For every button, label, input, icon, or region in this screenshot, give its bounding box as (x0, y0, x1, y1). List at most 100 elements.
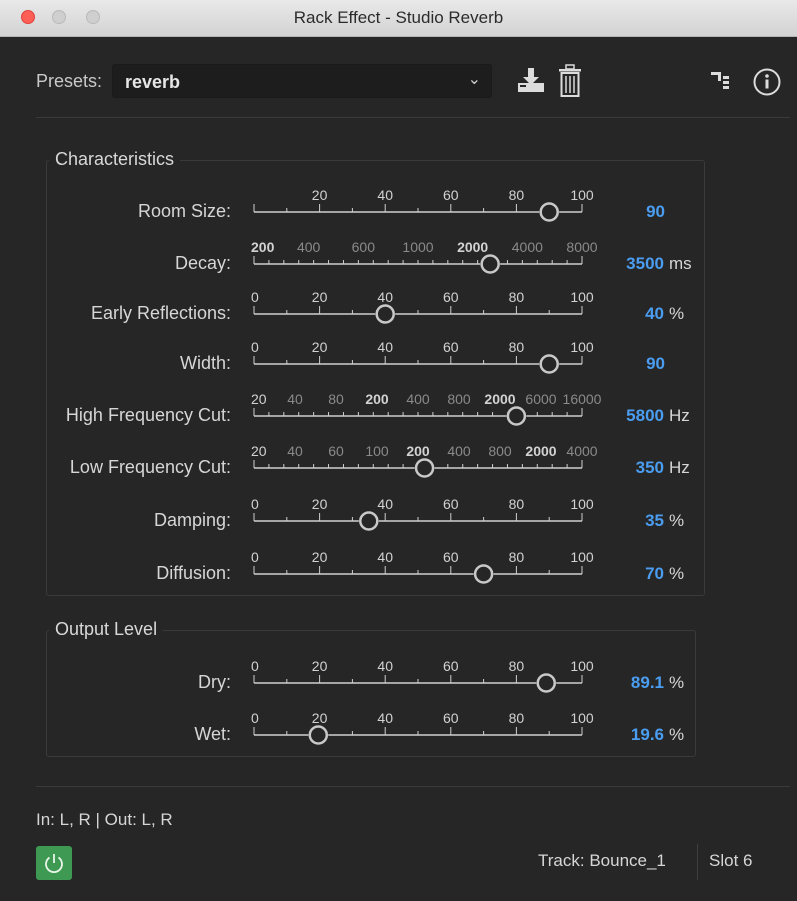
param-value[interactable]: 40 (645, 304, 664, 324)
slider[interactable]: 0 20 40 60 80 100 (234, 649, 604, 699)
param-unit: Hz (669, 406, 690, 425)
tick-label: 80 (509, 549, 525, 565)
slider[interactable]: 0 20 40 60 80 100 (234, 487, 604, 537)
title-bar[interactable]: Rack Effect - Studio Reverb (0, 0, 797, 37)
channel-routing-icon[interactable] (710, 70, 736, 92)
tick-label: 40 (287, 391, 303, 407)
tick-label: 80 (509, 496, 525, 512)
param-label: Diffusion: (156, 563, 231, 583)
presets-dropdown[interactable]: reverb ⌄ (112, 64, 492, 98)
tick-label: 40 (377, 549, 393, 565)
tick-label: 20 (251, 443, 267, 459)
trash-icon[interactable] (557, 64, 583, 98)
tick-label: 200 (251, 239, 275, 255)
slider-knob-bg (308, 725, 329, 745)
param-unit: % (669, 511, 685, 530)
preset-value: reverb (125, 72, 181, 92)
output-level-title: Output Level (49, 619, 164, 640)
param-value[interactable]: 5800 (626, 406, 664, 426)
tick-label: 0 (251, 339, 259, 355)
tick-label: 600 (352, 239, 376, 255)
tick-label: 20 (312, 549, 328, 565)
tick-label: 40 (377, 496, 393, 512)
tick-label: 80 (509, 187, 525, 203)
tick-label: 200 (406, 443, 430, 459)
window-title: Rack Effect - Studio Reverb (293, 8, 504, 27)
slider[interactable]: 0 20 40 60 80 100 (234, 280, 604, 330)
param-label: Damping: (153, 510, 231, 530)
slider-knob-bg (375, 304, 396, 324)
tick-label: 40 (377, 187, 393, 203)
tick-label: 0 (251, 289, 259, 305)
tick-label: 4000 (512, 239, 543, 255)
tick-label: 2000 (525, 443, 556, 459)
tick-label: 60 (443, 187, 459, 203)
param-label: Decay: (174, 253, 231, 273)
param-unit: % (669, 564, 685, 583)
param-unit: % (669, 725, 685, 744)
tick-label: 800 (447, 391, 471, 407)
param-label: Room Size: (137, 201, 231, 221)
tick-label: 0 (251, 549, 259, 565)
slider[interactable]: 20 40 80 200 400 800 2000 6000 16000 (234, 382, 604, 432)
tick-label: 20 (312, 710, 328, 726)
param-value[interactable]: 90 (646, 354, 665, 374)
tick-label: 0 (251, 710, 259, 726)
tick-label: 80 (509, 289, 525, 305)
tick-label: 80 (509, 339, 525, 355)
param-value[interactable]: 350 (636, 458, 664, 478)
tick-label: 60 (443, 710, 459, 726)
tick-label: 20 (312, 187, 328, 203)
slider-knob-bg (414, 458, 435, 478)
tick-label: 60 (443, 658, 459, 674)
slider-knob-bg (506, 406, 527, 426)
slider[interactable]: 20 40 60 100 200 400 800 2000 4000 (234, 434, 604, 484)
param-label: Low Frequency Cut: (69, 457, 231, 477)
slider[interactable]: 20 40 60 80 100 (234, 178, 604, 228)
tick-label: 2000 (457, 239, 488, 255)
tick-label: 100 (570, 339, 594, 355)
info-icon[interactable] (752, 67, 782, 97)
slider-knob-bg (539, 202, 560, 222)
tick-label: 0 (251, 496, 259, 512)
tick-label: 800 (488, 443, 512, 459)
tick-label: 100 (365, 443, 389, 459)
slider-knob-bg (539, 354, 560, 374)
param-label: Wet: (194, 724, 231, 744)
param-label: Dry: (198, 672, 231, 692)
tick-label: 60 (443, 289, 459, 305)
slider-knob-bg (480, 254, 501, 274)
tick-label: 4000 (566, 443, 597, 459)
param-value[interactable]: 90 (646, 202, 665, 222)
param-value[interactable]: 35 (645, 511, 664, 531)
slider[interactable]: 0 20 40 60 80 100 (234, 701, 604, 751)
slider[interactable]: 200 400 600 1000 2000 4000 8000 (234, 230, 604, 280)
save-preset-icon[interactable] (514, 66, 548, 96)
tick-label: 100 (570, 289, 594, 305)
slider-knob-bg (358, 511, 379, 531)
slider-knob-bg (473, 564, 494, 584)
characteristics-title: Characteristics (49, 149, 181, 170)
param-value[interactable]: 70 (645, 564, 664, 584)
footer-divider (697, 844, 698, 880)
param-value[interactable]: 3500 (626, 254, 664, 274)
tick-label: 20 (312, 658, 328, 674)
param-value[interactable]: 89.1 (631, 673, 664, 693)
tick-label: 16000 (563, 391, 602, 407)
power-button[interactable] (36, 846, 72, 880)
slider[interactable]: 0 20 40 60 80 100 (234, 330, 604, 380)
tick-label: 20 (251, 391, 267, 407)
tick-label: 100 (570, 187, 594, 203)
slider-knob-bg (536, 673, 557, 693)
tick-label: 80 (509, 658, 525, 674)
slider[interactable]: 0 20 40 60 80 100 (234, 540, 604, 590)
footer-separator (36, 786, 790, 787)
tick-label: 6000 (525, 391, 556, 407)
tick-label: 20 (312, 496, 328, 512)
param-value[interactable]: 19.6 (631, 725, 664, 745)
param-unit: ms (669, 254, 692, 273)
tick-label: 40 (377, 710, 393, 726)
tick-label: 60 (443, 549, 459, 565)
rack-effect-window: Rack Effect - Studio Reverb Presets: rev… (0, 0, 797, 901)
param-label: Early Reflections: (90, 303, 231, 323)
